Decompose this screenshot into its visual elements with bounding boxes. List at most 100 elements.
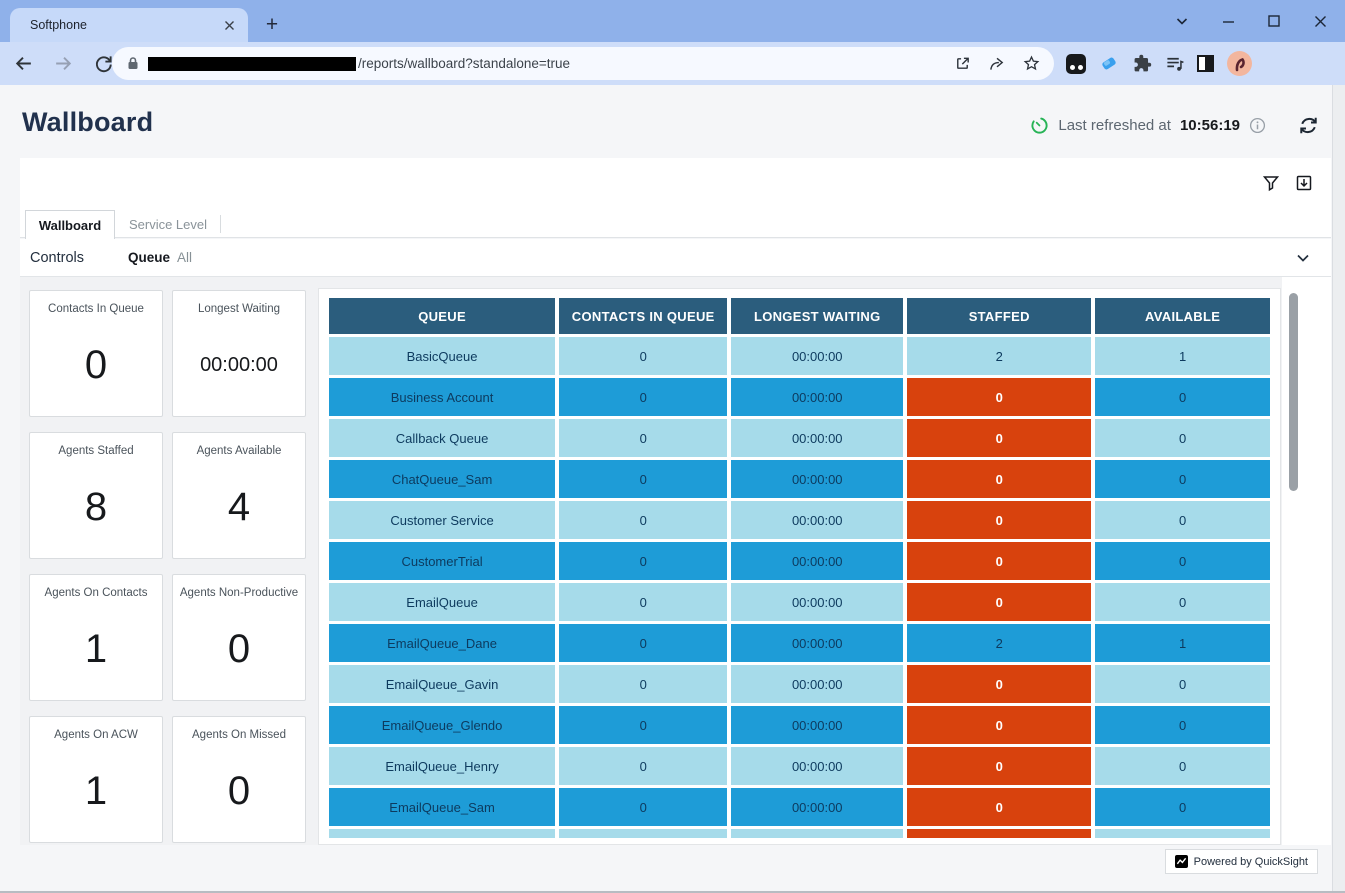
open-in-new-icon[interactable] <box>954 55 971 72</box>
cell-available: 0 <box>1095 419 1270 457</box>
cell-contacts-in-queue: 0 <box>559 788 727 826</box>
extension-tool-icon[interactable] <box>1099 53 1120 74</box>
controls-title: Controls <box>30 250 120 266</box>
kpi-card: Contacts In Queue 0 <box>29 290 163 417</box>
cell-staffed: 0 <box>907 747 1091 785</box>
bookmark-star-icon[interactable] <box>1023 55 1040 72</box>
cell-contacts-in-queue: 0 <box>559 542 727 580</box>
share-icon[interactable] <box>988 55 1006 72</box>
extension-app-icon[interactable] <box>1066 54 1086 74</box>
cell-staffed: 2 <box>907 624 1091 662</box>
kpi-label: Agents Non-Productive <box>173 587 305 599</box>
cell-queue: Business Account <box>329 378 555 416</box>
table-row: EmailQueue_Dane000:00:0021 <box>329 624 1270 662</box>
column-header-queue[interactable]: QUEUE <box>329 298 555 334</box>
controls-chevron-down-icon[interactable] <box>1293 248 1313 268</box>
cell-available: 0 <box>1095 501 1270 539</box>
browser-tab[interactable]: Softphone <box>10 8 248 42</box>
kpi-value: 1 <box>85 769 107 814</box>
refresh-button[interactable] <box>1295 112 1321 138</box>
kpi-card: Agents Staffed8 <box>29 432 163 559</box>
tab-wallboard[interactable]: Wallboard <box>25 210 115 239</box>
sheet-scrollbar-track[interactable] <box>1282 277 1331 845</box>
table-row: EmailQueue000:00:0000 <box>329 583 1270 621</box>
cell-longest-waiting: 00:00:00 <box>731 337 903 375</box>
cell-contacts-in-queue: 0 <box>559 829 727 838</box>
kpi-value: 4 <box>228 485 250 530</box>
contrast-extension-icon[interactable] <box>1197 55 1214 72</box>
refresh-status: Last refreshed at 10:56:19 <box>1030 112 1321 138</box>
sheet-tabs: Wallboard Service Level <box>20 210 1331 238</box>
kpi-value: 0 <box>85 343 107 388</box>
cell-queue: Callback Queue <box>329 419 555 457</box>
new-tab-icon[interactable]: + <box>258 11 286 39</box>
cell-staffed: 0 <box>907 501 1091 539</box>
forward-icon[interactable] <box>50 51 76 77</box>
column-header-staffed[interactable]: STAFFED <box>907 298 1091 334</box>
table-header-row: QUEUE CONTACTS IN QUEUE LONGEST WAITING … <box>329 298 1270 334</box>
tab-search-chevron-icon[interactable] <box>1159 0 1205 42</box>
extensions-puzzle-icon[interactable] <box>1133 54 1152 73</box>
tab-service-level[interactable]: Service Level <box>123 210 213 239</box>
filter-icon[interactable] <box>1262 174 1280 192</box>
cell-queue: EmailQueue <box>329 583 555 621</box>
cell-available: 0 <box>1095 542 1270 580</box>
kpi-label: Agents On Contacts <box>30 587 162 599</box>
media-queue-icon[interactable] <box>1165 55 1184 73</box>
close-icon[interactable] <box>1297 0 1343 42</box>
cell-longest-waiting: 00:00:00 <box>731 747 903 785</box>
table-row: EmailQueue_Glendo000:00:0000 <box>329 706 1270 744</box>
kpi-label: Contacts In Queue <box>30 303 162 315</box>
table-row: EmailQueue_Gavin000:00:0000 <box>329 665 1270 703</box>
url-bar[interactable]: /reports/wallboard?standalone=true <box>112 47 1054 80</box>
page-title: Wallboard <box>22 107 153 138</box>
kpi-label: Longest Waiting <box>173 303 305 315</box>
controls-bar: Controls Queue All <box>20 239 1331 277</box>
column-header-contacts-in-queue[interactable]: CONTACTS IN QUEUE <box>559 298 727 334</box>
browser-toolbar: /reports/wallboard?standalone=true <box>0 42 1345 85</box>
kpi-value: 8 <box>85 485 107 530</box>
table-row: Customer Service000:00:0000 <box>329 501 1270 539</box>
cell-longest-waiting: 00:00:00 <box>731 665 903 703</box>
cell-longest-waiting: 00:00:00 <box>731 501 903 539</box>
table-row: Business Account000:00:0000 <box>329 378 1270 416</box>
cell-staffed: 0 <box>907 665 1091 703</box>
minimize-icon[interactable] <box>1205 0 1251 42</box>
export-icon[interactable] <box>1295 174 1313 192</box>
info-icon[interactable] <box>1249 117 1266 134</box>
cell-available: 0 <box>1095 583 1270 621</box>
table-row: ChatQueue_Sam000:00:0000 <box>329 460 1270 498</box>
cell-queue: Customer Service <box>329 501 555 539</box>
powered-by-label: Powered by QuickSight <box>1194 856 1308 868</box>
tab-title: Softphone <box>30 18 220 32</box>
powered-by-quicksight-badge[interactable]: Powered by QuickSight <box>1165 849 1318 874</box>
page-scrollbar-strip[interactable] <box>1332 85 1345 893</box>
cell-contacts-in-queue: 0 <box>559 460 727 498</box>
column-header-longest-waiting[interactable]: LONGEST WAITING <box>731 298 903 334</box>
cell-staffed: 2 <box>907 337 1091 375</box>
tab-divider <box>220 215 221 233</box>
sheet-scrollbar-thumb[interactable] <box>1289 293 1298 491</box>
kpi-card: Agents Non-Productive0 <box>172 574 306 701</box>
kpi-value: 00:00:00 <box>200 354 278 377</box>
cell-longest-waiting: 00:00:00 <box>731 624 903 662</box>
lock-icon[interactable] <box>126 56 140 71</box>
maximize-icon[interactable] <box>1251 0 1297 42</box>
cell-contacts-in-queue: 0 <box>559 378 727 416</box>
profile-avatar[interactable] <box>1227 51 1252 76</box>
column-header-available[interactable]: AVAILABLE <box>1095 298 1270 334</box>
cell-queue: EmailQueue_T… <box>329 829 555 838</box>
cell-available: 0 <box>1095 747 1270 785</box>
last-refreshed-label: Last refreshed at <box>1058 117 1171 134</box>
cell-available: 0 <box>1095 665 1270 703</box>
queue-table-panel: QUEUE CONTACTS IN QUEUE LONGEST WAITING … <box>318 288 1281 845</box>
cell-staffed: 0 <box>907 706 1091 744</box>
dashboard-toolbar <box>20 158 1331 210</box>
queue-filter-value[interactable]: All <box>177 250 192 265</box>
tab-wallboard-label: Wallboard <box>39 218 101 233</box>
back-icon[interactable] <box>10 51 36 77</box>
tab-close-icon[interactable] <box>220 16 238 34</box>
table-row: Callback Queue000:00:0000 <box>329 419 1270 457</box>
dashboard-canvas: Contacts In Queue 0 Longest Waiting 00:00:0… <box>20 277 1331 845</box>
cell-contacts-in-queue: 0 <box>559 665 727 703</box>
